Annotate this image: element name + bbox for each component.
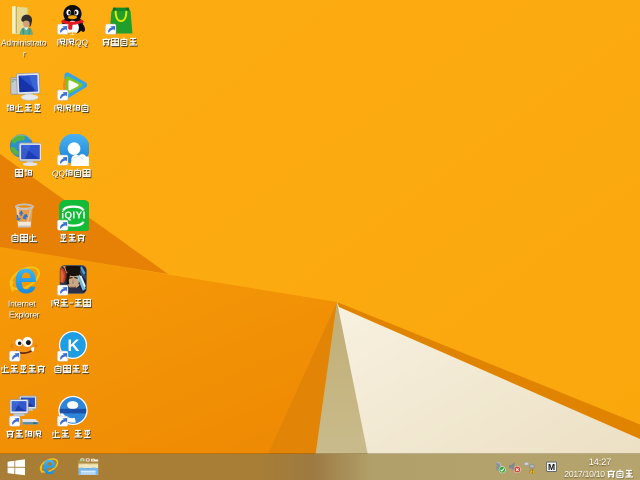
svg-text:M: M xyxy=(548,462,555,472)
svg-text:iQIYI: iQIYI xyxy=(61,210,85,221)
svg-text:r: r xyxy=(23,49,26,59)
svg-text:e: e xyxy=(42,454,56,480)
svg-text:QQ: QQ xyxy=(52,169,65,179)
svg-text:e: e xyxy=(14,264,37,296)
svg-text:K: K xyxy=(68,337,80,355)
svg-text:Explorer: Explorer xyxy=(9,310,40,320)
